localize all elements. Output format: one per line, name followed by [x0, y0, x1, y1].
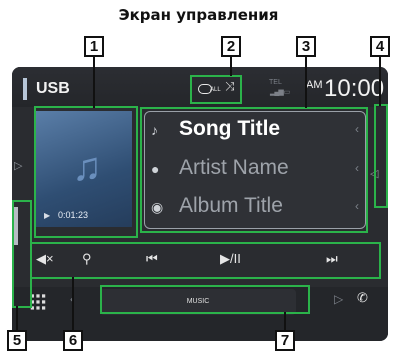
left-panel-arrow-icon[interactable]: ▷: [14, 159, 24, 199]
tel-label: TEL: [269, 79, 282, 86]
leader-line-3: [305, 56, 307, 108]
leader-line-6: [72, 277, 74, 332]
signal-icon: ▂▄▆ ▭: [270, 89, 290, 96]
highlight-controls: [30, 242, 381, 279]
source-label[interactable]: USB: [36, 80, 70, 98]
callout-1: 1: [84, 36, 104, 57]
highlight-repeat-shuffle: [190, 75, 242, 104]
highlight-artwork: [34, 106, 138, 238]
callout-7: 7: [275, 330, 295, 351]
callout-6: 6: [63, 330, 83, 351]
leader-line-7: [284, 312, 286, 332]
leader-line-2: [230, 56, 232, 76]
callout-3: 3: [296, 36, 316, 57]
callout-2: 2: [221, 36, 241, 57]
phone-icon[interactable]: ✆: [357, 290, 368, 306]
grid-icon[interactable]: ▪▪▪ ▪▪▪ ▪▪▪: [30, 289, 47, 314]
clock: 10:00: [324, 75, 385, 102]
clock-ampm: AM: [306, 79, 323, 91]
callout-4: 4: [370, 36, 390, 57]
highlight-music-tab: [100, 285, 310, 314]
page-heading: Экран управления: [118, 6, 279, 24]
leader-line-5: [16, 306, 18, 332]
callout-5: 5: [7, 330, 27, 351]
source-indicator: [23, 78, 27, 100]
highlight-left-edge: [12, 200, 32, 308]
highlight-right-edge: [374, 104, 388, 208]
leader-line-4: [379, 56, 381, 106]
highlight-track-info: [140, 107, 368, 233]
leader-line-1: [93, 56, 95, 108]
forward-arrow-icon[interactable]: ▷: [334, 292, 343, 306]
